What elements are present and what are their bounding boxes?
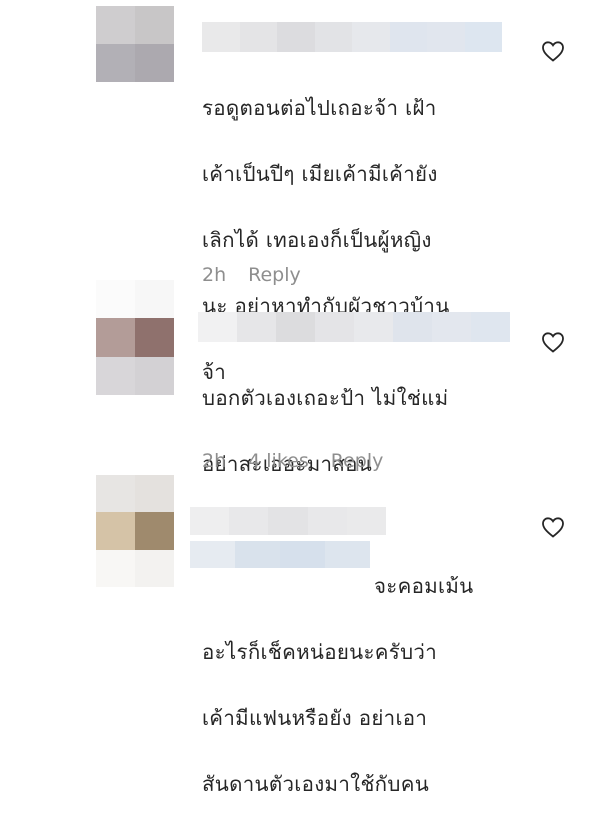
likes-count[interactable]: 4 likes: [248, 450, 309, 472]
comment-line: สันดานตัวเองมาใช้กับคน: [202, 772, 430, 796]
comment-line: จะคอมเม้น: [374, 574, 474, 598]
blur-segment: [237, 312, 276, 342]
avatar-pixel: [96, 280, 135, 319]
comment-line: เค้าเป็นปีๆ เมียเค้ามีเค้ายัง: [202, 162, 438, 186]
username-blurred[interactable]: [202, 22, 502, 52]
blur-segment: [393, 312, 432, 342]
avatar-pixel: [96, 475, 135, 513]
blur-segment: [471, 312, 510, 342]
blur-segment: [202, 22, 240, 52]
blur-segment: [352, 22, 390, 52]
avatar-pixel: [135, 318, 174, 357]
heart-outline-icon[interactable]: [541, 331, 565, 353]
avatar-pixel: [135, 6, 174, 44]
blur-segment: [198, 312, 237, 342]
blur-segment: [307, 507, 347, 535]
blur-segment: [464, 22, 502, 52]
username-blurred[interactable]: [198, 312, 510, 342]
avatar-pixel: [96, 44, 135, 82]
blur-segment: [190, 507, 230, 535]
avatar[interactable]: [96, 6, 174, 82]
blur-segment: [276, 312, 315, 342]
blur-segment: [314, 22, 352, 52]
blur-segment: [277, 22, 315, 52]
comment-line: รอดูตอนต่อไปเถอะจ้า เฝ้า: [202, 96, 437, 120]
avatar-pixel: [96, 549, 135, 587]
timestamp: 2h: [202, 450, 227, 472]
timestamp: 2h: [202, 264, 227, 286]
blur-segment: [427, 22, 465, 52]
comment-line: เค้ามีแฟนหรือยัง อย่าเอา: [202, 706, 428, 730]
blur-segment: [346, 507, 387, 535]
avatar-pixel: [135, 512, 174, 550]
comment-meta: 2h Reply: [202, 264, 301, 286]
avatar-pixel: [96, 6, 135, 44]
avatar-pixel: [135, 280, 174, 319]
heart-outline-icon[interactable]: [541, 40, 565, 62]
avatar[interactable]: [96, 280, 174, 395]
avatar-pixel: [135, 549, 174, 587]
reply-button[interactable]: Reply: [248, 264, 301, 286]
comment-line: อะไรก็เช็คหน่อยนะครับว่า: [202, 640, 438, 664]
comment-text: บอกตัวเองเถอะป้า ไม่ใช่แม่ อย่าสะเออะมาส…: [202, 349, 448, 514]
blur-segment: [229, 507, 269, 535]
avatar-pixel: [96, 512, 135, 550]
comment-line: เลิกได้ เทอเองก็เป็นผู้หญิง: [202, 228, 432, 252]
heart-outline-icon[interactable]: [541, 516, 565, 538]
avatar-pixel: [96, 318, 135, 357]
blur-segment: [389, 22, 427, 52]
blur-segment: [315, 312, 354, 342]
avatar-pixel: [96, 356, 135, 395]
blur-segment: [432, 312, 471, 342]
username-blurred[interactable]: [190, 507, 387, 535]
comment-line: บอกตัวเองเถอะป้า ไม่ใช่แม่: [202, 386, 449, 410]
avatar[interactable]: [96, 475, 174, 587]
blur-segment: [354, 312, 393, 342]
avatar-pixel: [135, 44, 174, 82]
blur-segment: [268, 507, 308, 535]
comment-text: จะคอมเม้น อะไรก็เช็คหน่อยนะครับว่า เค้าม…: [202, 537, 474, 834]
comment-meta: 2h 4 likes Reply: [202, 450, 383, 472]
avatar-pixel: [135, 475, 174, 513]
blur-segment: [239, 22, 277, 52]
reply-button[interactable]: Reply: [331, 450, 384, 472]
avatar-pixel: [135, 356, 174, 395]
